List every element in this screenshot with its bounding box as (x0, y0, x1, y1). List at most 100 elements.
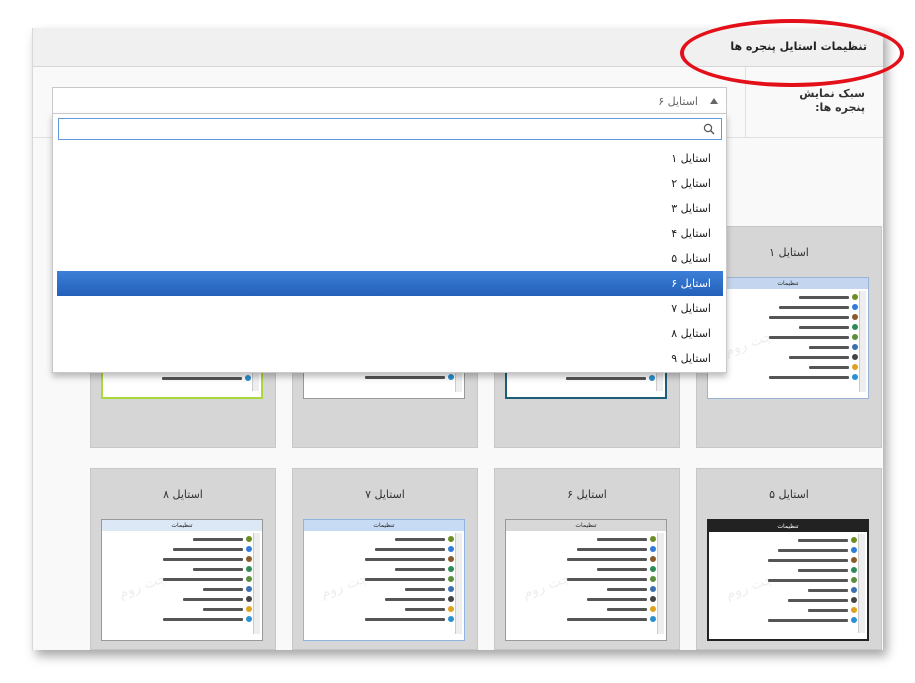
menu-item-icon (852, 304, 858, 310)
thumbnail-scrollbar (455, 533, 462, 634)
menu-item-icon (851, 567, 857, 573)
thumbnail-menu-item-text (607, 607, 647, 611)
annotation-ellipse (680, 19, 904, 87)
thumbnail-scrollbar (858, 534, 865, 633)
menu-item-icon (851, 537, 857, 543)
thumbnail-menu-item-text (385, 597, 445, 601)
thumbnail-menu-item-text (163, 557, 243, 561)
thumbnail-menu-item (112, 544, 252, 554)
thumbnail-title: تنظیمات (708, 278, 868, 289)
thumbnail-menu-item (112, 584, 252, 594)
style-card-label: استایل ۷ (365, 488, 405, 501)
thumbnail-menu-item-text (375, 547, 445, 551)
dropdown-option[interactable]: استایل ۳ (57, 196, 723, 221)
select-current-value: استایل ۶ (658, 95, 698, 108)
menu-item-icon (448, 616, 454, 622)
thumbnail-menu-list (516, 534, 656, 624)
thumbnail-menu-item-text (365, 577, 445, 581)
thumbnail-menu-item (516, 544, 656, 554)
dropdown-option[interactable]: استایل ۱ (57, 146, 723, 171)
thumbnail-title: تنظیمات (709, 521, 867, 532)
thumbnail-menu-item (516, 534, 656, 544)
style-card-7[interactable]: استایل ۷ تنظیمات چت روم (292, 468, 478, 650)
thumbnail-menu-item (718, 292, 858, 302)
dropdown-option[interactable]: استایل ۲ (57, 171, 723, 196)
menu-item-icon (246, 536, 252, 542)
thumbnail-scrollbar (253, 533, 260, 634)
dropdown-option-selected[interactable]: استایل ۶ (57, 271, 723, 296)
thumbnail-menu-item (314, 544, 454, 554)
menu-item-icon (851, 617, 857, 623)
menu-item-icon (650, 556, 656, 562)
menu-item-icon (448, 586, 454, 592)
menu-item-icon (650, 546, 656, 552)
thumbnail-scrollbar (859, 291, 866, 392)
menu-item-icon (448, 374, 454, 380)
style-card-6[interactable]: استایل ۶ تنظیمات چت روم (494, 468, 680, 650)
thumbnail-menu-item (516, 584, 656, 594)
menu-item-icon (448, 576, 454, 582)
thumbnail-menu-item (515, 373, 655, 383)
style-card-5[interactable]: استایل ۵ تنظیمات چت روم (696, 468, 882, 650)
menu-item-icon (246, 616, 252, 622)
dropdown-option[interactable]: استایل ۷ (57, 296, 723, 321)
style-card-8[interactable]: استایل ۸ تنظیمات چت روم (90, 468, 276, 650)
thumbnail-menu-item-text (395, 567, 445, 571)
thumbnail-menu-item-text (799, 295, 849, 299)
thumbnail-menu-item-text (607, 587, 647, 591)
menu-item-icon (852, 314, 858, 320)
thumbnail-menu-item-text (173, 547, 243, 551)
thumbnail-menu-item-text (365, 557, 445, 561)
thumbnail-menu-item-text (769, 375, 849, 379)
thumbnail-menu-item-text (768, 578, 848, 582)
thumbnail-menu-item-text (162, 376, 242, 380)
thumbnail-menu-item-text (809, 345, 849, 349)
style-preview-thumbnail: تنظیمات چت روم (707, 277, 869, 399)
menu-item-icon (448, 606, 454, 612)
dropdown-option[interactable]: استایل ۵ (57, 246, 723, 271)
thumbnail-menu-list (718, 292, 858, 382)
thumbnail-menu-item-text (203, 607, 243, 611)
thumbnail-menu-item (314, 574, 454, 584)
menu-item-icon (246, 546, 252, 552)
thumbnail-menu-item-text (778, 548, 848, 552)
thumbnail-menu-item (111, 373, 251, 383)
thumbnail-scrollbar (657, 533, 664, 634)
menu-item-icon (246, 576, 252, 582)
thumbnail-menu-item-text (768, 618, 848, 622)
thumbnail-menu-item (314, 594, 454, 604)
dropdown-option[interactable]: استایل ۹ (57, 346, 723, 371)
thumbnail-menu-list (717, 535, 857, 625)
menu-item-icon (852, 374, 858, 380)
dropdown-option[interactable]: استایل ۸ (57, 321, 723, 346)
thumbnail-menu-item (516, 604, 656, 614)
thumbnail-menu-item (112, 554, 252, 564)
thumbnail-menu-item-text (597, 537, 647, 541)
menu-item-icon (852, 354, 858, 360)
menu-item-icon (245, 375, 251, 381)
thumbnail-menu-item (717, 535, 857, 545)
thumbnail-menu-item-text (809, 365, 849, 369)
dropdown-search-input[interactable] (58, 118, 722, 140)
search-icon (703, 123, 715, 135)
menu-item-icon (852, 294, 858, 300)
thumbnail-title: تنظیمات (304, 520, 464, 531)
thumbnail-menu-item (516, 554, 656, 564)
caret-up-icon[interactable] (710, 98, 718, 104)
thumbnail-menu-item (718, 332, 858, 342)
thumbnail-menu-item (314, 604, 454, 614)
thumbnail-menu-item (516, 594, 656, 604)
thumbnail-menu-item-text (566, 376, 646, 380)
thumbnail-menu-item-text (769, 315, 849, 319)
thumbnail-menu-item (314, 614, 454, 624)
thumbnail-menu-item (314, 584, 454, 594)
thumbnail-menu-item (112, 594, 252, 604)
thumbnail-menu-item-text (365, 617, 445, 621)
thumbnail-menu-item-text (365, 375, 445, 379)
dropdown-option[interactable]: استایل ۴ (57, 221, 723, 246)
menu-item-icon (448, 556, 454, 562)
style-card-label: استایل ۸ (163, 488, 203, 501)
window-style-select[interactable]: استایل ۶ (52, 87, 727, 115)
menu-item-icon (650, 596, 656, 602)
thumbnail-menu-item-text (163, 617, 243, 621)
